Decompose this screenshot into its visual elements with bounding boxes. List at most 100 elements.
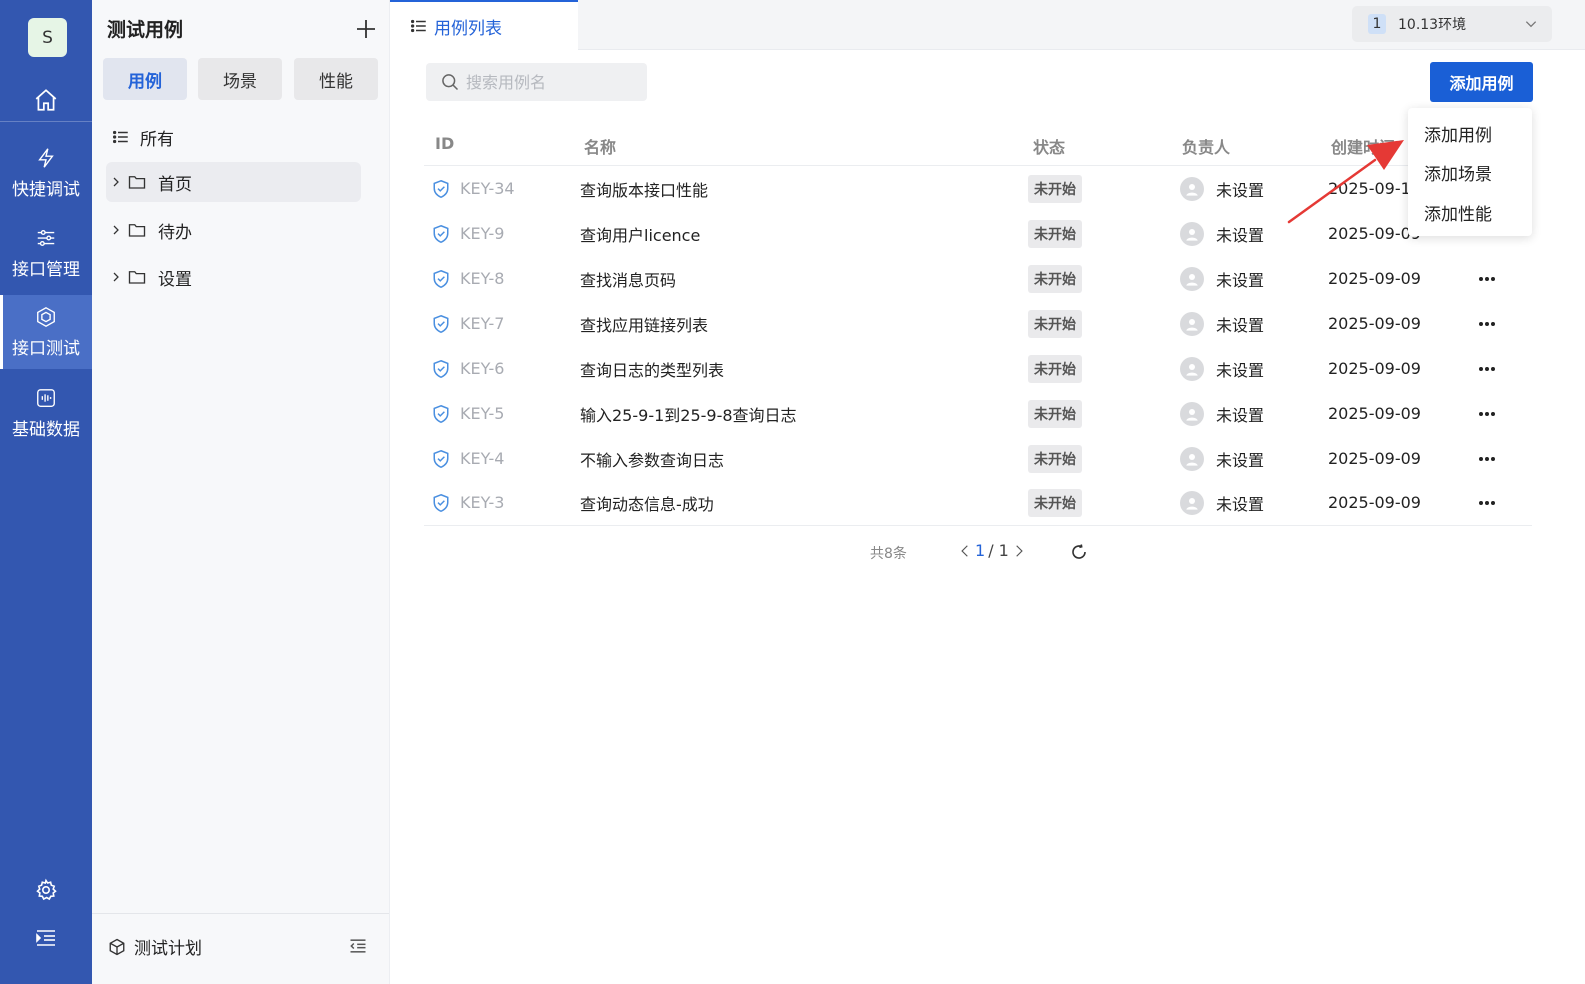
- chevron-right-icon: [113, 177, 119, 187]
- table-row[interactable]: KEY-34 查询版本接口性能 未开始 未设置 2025-09-10: [424, 166, 1532, 211]
- hexagon-icon: [37, 306, 55, 327]
- owner-name: 未设置: [1216, 405, 1265, 425]
- status-cell: 未开始: [1028, 256, 1082, 301]
- tab-case-list[interactable]: 用例列表: [390, 0, 578, 50]
- shield-check-icon: [433, 404, 449, 423]
- status-cell: 未开始: [1028, 346, 1082, 391]
- shield-check-icon: [433, 314, 449, 333]
- nav-item-api-management[interactable]: 接口管理: [0, 216, 92, 290]
- home-button[interactable]: [0, 80, 92, 120]
- more-actions-button[interactable]: [1478, 346, 1496, 391]
- case-name[interactable]: 查询版本接口性能: [580, 166, 708, 211]
- tree-all[interactable]: 所有: [112, 125, 174, 150]
- more-dots-icon: [1479, 456, 1495, 461]
- expand-menu-button[interactable]: [0, 923, 92, 953]
- refresh-icon[interactable]: [1070, 543, 1088, 561]
- settings-button[interactable]: [0, 875, 92, 905]
- shield-check-icon: [433, 224, 449, 243]
- search-box[interactable]: [426, 63, 647, 101]
- menu-item-add-scenario[interactable]: 添加场景: [1424, 160, 1492, 185]
- user-avatar[interactable]: S: [28, 18, 67, 57]
- segment-scenarios[interactable]: 场景: [198, 58, 282, 100]
- more-dots-icon: [1479, 366, 1495, 371]
- nav-item-label: 接口测试: [12, 338, 80, 359]
- case-id-cell: KEY-34: [432, 166, 515, 211]
- more-actions-button[interactable]: [1478, 480, 1496, 525]
- user-avatar-icon: [1180, 401, 1204, 426]
- case-name[interactable]: 不输入参数查询日志: [580, 436, 724, 481]
- chevron-right-icon[interactable]: [1012, 543, 1026, 559]
- status-cell: 未开始: [1028, 166, 1082, 211]
- list-icon: [410, 19, 426, 33]
- search-input[interactable]: [466, 72, 636, 92]
- owner-cell: 未设置: [1180, 480, 1264, 525]
- menu-item-add-case[interactable]: 添加用例: [1424, 121, 1492, 146]
- nav-item-api-testing[interactable]: 接口测试: [0, 295, 92, 369]
- owner-cell: 未设置: [1180, 256, 1264, 301]
- case-name[interactable]: 查询用户licence: [580, 211, 700, 256]
- nav-item-label: 快捷调试: [12, 179, 80, 200]
- total-count: 共8条: [870, 546, 907, 562]
- shield-check-icon: [433, 449, 449, 468]
- case-id: KEY-4: [460, 449, 505, 468]
- created-date: 2025-09-09: [1328, 269, 1421, 288]
- more-dots-icon: [1479, 500, 1495, 505]
- segment-cases[interactable]: 用例: [103, 58, 187, 100]
- panel-title: 测试用例: [107, 19, 184, 41]
- tree-item-home[interactable]: 首页: [106, 162, 361, 202]
- more-dots-icon: [1479, 276, 1495, 281]
- user-avatar-icon: [1180, 311, 1204, 336]
- plus-icon[interactable]: [354, 17, 378, 41]
- test-plan-link[interactable]: 测试计划: [108, 934, 202, 959]
- tree-item-todo[interactable]: 待办: [106, 210, 361, 250]
- case-id-cell: KEY-3: [432, 480, 504, 525]
- case-name[interactable]: 查询动态信息-成功: [580, 480, 714, 525]
- table-row[interactable]: KEY-3 查询动态信息-成功 未开始 未设置 2025-09-09: [424, 480, 1532, 525]
- table-row[interactable]: KEY-7 查找应用链接列表 未开始 未设置 2025-09-09: [424, 301, 1532, 346]
- case-id-cell: KEY-8: [432, 256, 504, 301]
- case-id: KEY-9: [460, 224, 505, 243]
- collapse-panel-icon[interactable]: [348, 936, 368, 956]
- table-row[interactable]: KEY-4 不输入参数查询日志 未开始 未设置 2025-09-09: [424, 436, 1532, 481]
- status-cell: 未开始: [1028, 391, 1082, 436]
- case-id: KEY-7: [460, 314, 505, 333]
- owner-cell: 未设置: [1180, 211, 1264, 256]
- user-avatar-icon: [1180, 221, 1204, 246]
- tree-all-label: 所有: [140, 129, 174, 150]
- list-icon: [112, 130, 128, 144]
- owner-name: 未设置: [1216, 315, 1265, 335]
- add-case-button[interactable]: 添加用例: [1430, 62, 1533, 102]
- more-actions-button[interactable]: [1478, 256, 1496, 301]
- more-dots-icon: [1479, 411, 1495, 416]
- table-row[interactable]: KEY-6 查询日志的类型列表 未开始 未设置 2025-09-09: [424, 346, 1532, 391]
- user-avatar-icon: [1180, 356, 1204, 381]
- more-actions-button[interactable]: [1478, 301, 1496, 346]
- table-row[interactable]: KEY-5 输入25-9-1到25-9-8查询日志 未开始 未设置 2025-0…: [424, 391, 1532, 436]
- tab-bar: 用例列表 1 10.13环境: [390, 0, 1585, 50]
- tree-item-label: 设置: [158, 269, 192, 290]
- created-date: 2025-09-09: [1328, 493, 1421, 512]
- nav-item-quick-debug[interactable]: 快捷调试: [0, 136, 92, 210]
- table-row[interactable]: KEY-8 查找消息页码 未开始 未设置 2025-09-09: [424, 256, 1532, 301]
- table-row[interactable]: KEY-9 查询用户licence 未开始 未设置 2025-09-09: [424, 211, 1532, 256]
- more-actions-button[interactable]: [1478, 391, 1496, 436]
- menu-item-add-performance[interactable]: 添加性能: [1424, 200, 1492, 225]
- case-name[interactable]: 查询日志的类型列表: [580, 346, 724, 391]
- case-name[interactable]: 查找消息页码: [580, 256, 676, 301]
- environment-select[interactable]: 1 10.13环境: [1352, 6, 1552, 42]
- chevron-down-icon: [1525, 21, 1537, 28]
- column-header-status: 状态: [1033, 138, 1066, 157]
- status-cell: 未开始: [1028, 211, 1082, 256]
- case-tree-panel: 测试用例 用例 场景 性能 所有 首页 待办 设置 测试计划: [92, 0, 390, 984]
- cube-icon: [109, 938, 125, 955]
- more-actions-button[interactable]: [1478, 436, 1496, 481]
- nav-item-label: 接口管理: [12, 259, 80, 280]
- tree-item-settings[interactable]: 设置: [106, 257, 361, 297]
- tree-item-label: 首页: [158, 174, 192, 195]
- column-header-owner: 负责人: [1182, 138, 1231, 157]
- nav-item-base-data[interactable]: 基础数据: [0, 376, 92, 450]
- case-name[interactable]: 输入25-9-1到25-9-8查询日志: [580, 391, 797, 436]
- segment-performance[interactable]: 性能: [294, 58, 378, 100]
- chevron-left-icon[interactable]: [958, 543, 972, 559]
- case-name[interactable]: 查找应用链接列表: [580, 301, 708, 346]
